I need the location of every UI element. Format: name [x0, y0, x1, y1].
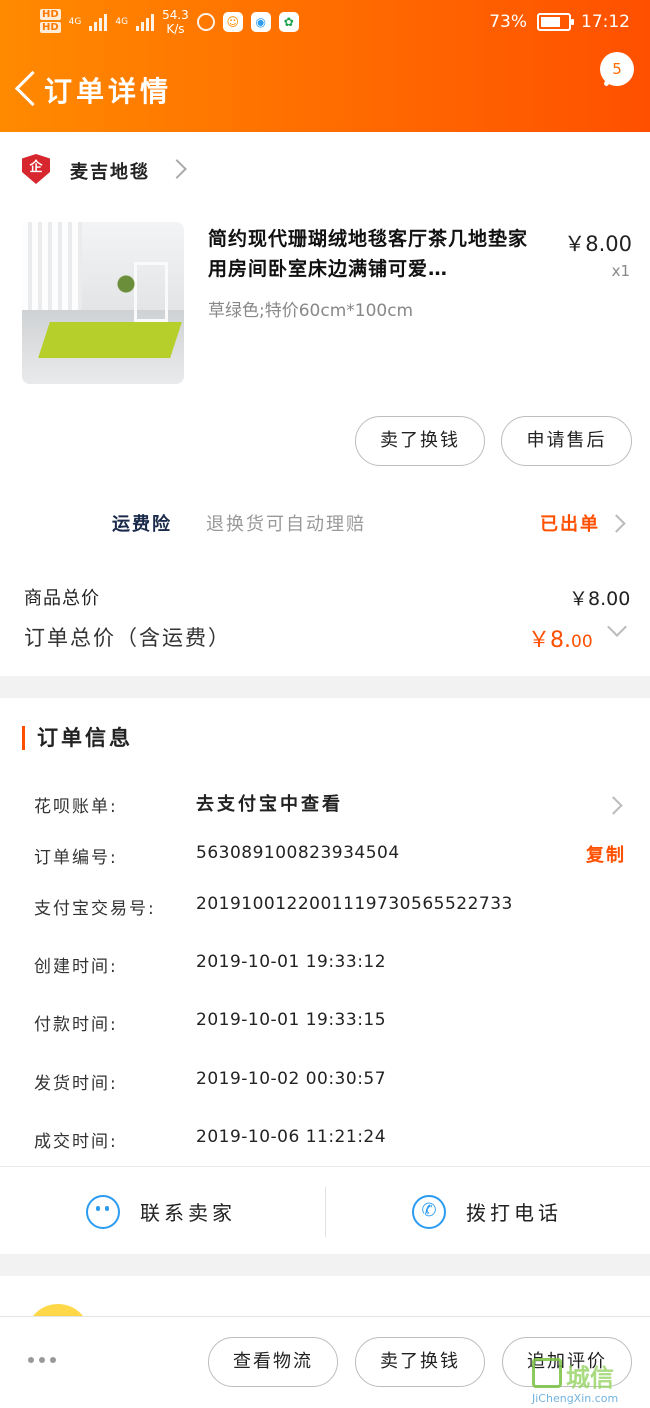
battery-icon [537, 13, 574, 31]
china-mobile-icon: ✿ [278, 12, 299, 32]
order-total-label: 订单总价（含运费） [24, 626, 231, 650]
back-arrow-icon[interactable] [6, 64, 46, 114]
phone-icon: ✆ [412, 1195, 446, 1229]
watermark-logo-icon [532, 1358, 562, 1388]
hd-indicators: HD HD [40, 9, 61, 35]
shipped-time-value: 2019-10-02 00:30:57 [196, 1069, 387, 1089]
battery-fill [541, 17, 560, 27]
view-logistics-button[interactable]: 查看物流 [208, 1337, 338, 1387]
created-time-label: 创建时间: [34, 957, 118, 977]
product-title[interactable]: 简约现代珊瑚绒地毯客厅茶几地垫家用房间卧室床边满铺可爱… [208, 224, 542, 284]
product-price: ￥8.00 [564, 232, 632, 256]
network-type-1: 4G [68, 17, 82, 27]
completed-time-label: 成交时间: [34, 1132, 118, 1152]
product-quantity: x1 [611, 262, 630, 280]
clock: 17:12 [581, 12, 630, 32]
after-sale-button[interactable]: 申请售后 [501, 416, 632, 466]
bottom-sell-for-cash-button[interactable]: 卖了换钱 [355, 1337, 485, 1387]
goods-total-label: 商品总价 [24, 588, 100, 609]
signal-icon-1 [89, 13, 108, 31]
chevron-right-icon [167, 159, 187, 179]
alipay-trade-no-value: 2019100122001119730565522733 [196, 894, 513, 914]
huabei-bill-row[interactable]: 花呗账单: 去支付宝中查看 [0, 784, 650, 824]
battery-percent: 73% [489, 12, 527, 32]
completed-time-row: 成交时间: 2019-10-06 11:21:24 [0, 1119, 650, 1159]
hd-indicator-2: HD [40, 22, 61, 33]
shipping-insurance-status: 已出单 [540, 514, 600, 535]
browser-notification-icon: ◉ [250, 12, 271, 32]
status-bar: HD HD 4G 4G 54.3 K/s ☺ ◉ ✿ 73% 17:12 [0, 0, 650, 46]
chevron-right-icon [604, 796, 623, 815]
completed-time-value: 2019-10-06 11:21:24 [196, 1127, 387, 1147]
created-time-row: 创建时间: 2019-10-01 19:33:12 [0, 944, 650, 984]
paid-time-value: 2019-10-01 19:33:15 [196, 1010, 387, 1030]
network-type-2: 4G [115, 17, 129, 27]
created-time-value: 2019-10-01 19:33:12 [196, 952, 387, 972]
copy-order-number-button[interactable]: 复制 [586, 841, 626, 867]
contact-seller-button[interactable]: 联系卖家 [0, 1167, 325, 1255]
product-thumbnail[interactable] [22, 222, 184, 384]
network-speed-unit: K/s [166, 22, 185, 36]
order-total-main: ￥8. [528, 628, 571, 653]
shipped-time-label: 发货时间: [34, 1074, 118, 1094]
status-right: 73% 17:12 [489, 12, 630, 32]
signal-icon-2 [136, 13, 155, 31]
alipay-trade-no-row: 支付宝交易号: 2019100122001119730565522733 [0, 886, 650, 926]
chat-bubble-icon [86, 1195, 120, 1229]
navigation-bar: 订单详情 [0, 50, 650, 130]
goods-total-value: ￥8.00 [569, 588, 631, 610]
shipped-time-row: 发货时间: 2019-10-02 00:30:57 [0, 1061, 650, 1101]
contact-seller-label: 联系卖家 [140, 1201, 236, 1225]
paid-time-label: 付款时间: [34, 1015, 118, 1035]
paid-time-row: 付款时间: 2019-10-01 19:33:15 [0, 1002, 650, 1042]
product-sku: 草绿色;特价60cm*100cm [208, 301, 414, 321]
shop-badge-icon: 企 [22, 154, 50, 184]
status-left: HD HD 4G 4G 54.3 K/s ☺ ◉ ✿ [40, 8, 299, 36]
contact-bar: 联系卖家 ✆ 拨打电话 [0, 1166, 650, 1254]
shipping-insurance-desc: 退换货可自动理赔 [206, 514, 366, 535]
huabei-bill-label: 花呗账单: [34, 797, 118, 817]
order-number-value: 563089100823934504 [196, 843, 400, 863]
order-info-heading: 订单信息 [22, 726, 133, 750]
sell-for-cash-button[interactable]: 卖了换钱 [355, 416, 485, 466]
sync-ring-icon [196, 13, 215, 31]
watermark-text: 城信 [566, 1364, 614, 1392]
network-speed-value: 54.3 [162, 8, 189, 22]
more-actions-icon[interactable] [28, 1357, 56, 1363]
shop-name: 麦吉地毯 [70, 162, 150, 183]
alipay-trade-no-label: 支付宝交易号: [34, 899, 156, 919]
watermark-url: JiChengXin.com [532, 1392, 619, 1405]
page-title: 订单详情 [44, 75, 173, 108]
order-total-cents: 00 [571, 632, 593, 652]
shop-row[interactable]: 企 麦吉地毯 [0, 132, 650, 212]
order-total-value[interactable]: ￥8.00 [528, 622, 593, 654]
order-number-row: 订单编号: 563089100823934504 复制 [0, 835, 650, 875]
shipping-insurance-row[interactable]: 运费险 退换货可自动理赔 已出单 [0, 490, 650, 556]
hd-indicator-1: HD [40, 9, 61, 20]
network-speed: 54.3 K/s [162, 8, 189, 36]
site-watermark: 城信 JiChengXin.com [532, 1358, 650, 1408]
chevron-right-icon [607, 514, 626, 533]
shipping-insurance-label: 运费险 [112, 514, 172, 535]
call-phone-button[interactable]: ✆ 拨打电话 [326, 1167, 650, 1255]
order-number-label: 订单编号: [34, 848, 118, 868]
app-header: HD HD 4G 4G 54.3 K/s ☺ ◉ ✿ 73% 17:12 订单详… [0, 0, 650, 132]
app-notification-icon: ☺ [222, 12, 243, 32]
message-count-badge: 5 [600, 52, 634, 86]
huabei-bill-link[interactable]: 去支付宝中查看 [196, 790, 343, 816]
call-phone-label: 拨打电话 [466, 1201, 562, 1225]
